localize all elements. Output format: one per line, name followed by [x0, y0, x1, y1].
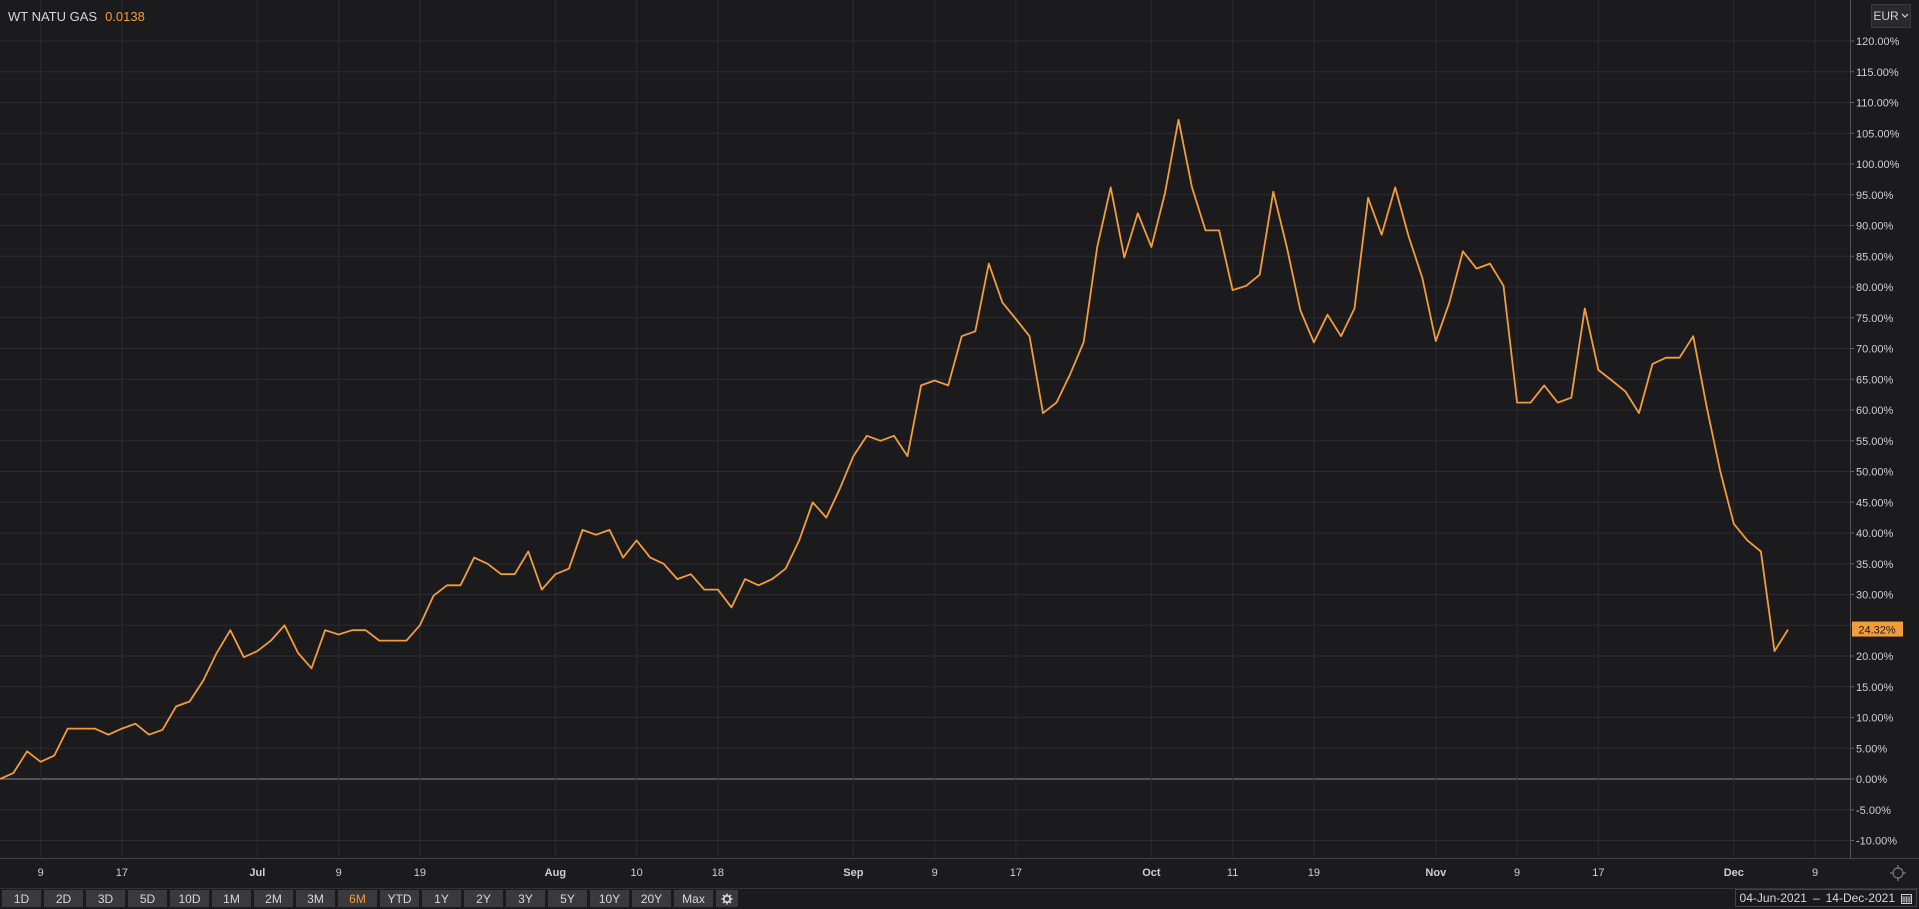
y-tick-label: 105.00%	[1856, 128, 1900, 140]
range-button-2m[interactable]: 2M	[254, 890, 294, 907]
instrument-value: 0.0138	[105, 9, 145, 24]
instrument-header: WT NATU GAS 0.0138	[8, 9, 145, 24]
date-start: 04-Jun-2021	[1739, 891, 1807, 905]
chart: 120.00%115.00%110.00%105.00%100.00%95.00…	[0, 0, 1919, 879]
range-button-10d[interactable]: 10D	[170, 890, 210, 907]
y-tick-label: 120.00%	[1856, 36, 1900, 48]
x-tick-label: 9	[1812, 867, 1818, 879]
date-end: 14-Dec-2021	[1825, 891, 1895, 905]
y-tick-label: 75.00%	[1856, 313, 1894, 325]
crosshair-icon[interactable]	[1889, 864, 1907, 882]
y-tick-label: 55.00%	[1856, 436, 1894, 448]
x-tick-label: Nov	[1425, 867, 1447, 879]
x-tick-label: 9	[932, 867, 938, 879]
y-axis: 120.00% 115.00% 110.00% 105.00% 100.00% 95.00…	[0, 0, 1919, 859]
x-tick-label: 18	[712, 867, 724, 879]
x-tick-label: 17	[1010, 867, 1022, 879]
x-tick-label: 17	[116, 867, 128, 879]
currency-label: EUR	[1873, 9, 1899, 23]
y-tick-label: 20.00%	[1856, 651, 1894, 663]
x-tick-label: Aug	[545, 867, 566, 879]
x-tick-label: 19	[1308, 867, 1320, 879]
x-tick-label: 9	[1514, 867, 1520, 879]
grid	[0, 0, 1850, 858]
x-tick-label: 11	[1227, 867, 1238, 879]
calendar-icon	[1901, 893, 1912, 904]
y-tick-label: 5.00%	[1856, 743, 1887, 755]
currency-select[interactable]: EUR	[1871, 4, 1911, 28]
y-tick-label: -5.00%	[1856, 805, 1891, 817]
y-tick-label: 100.00%	[1856, 159, 1900, 171]
x-tick-label: Dec	[1724, 867, 1744, 879]
y-tick-label: 10.00%	[1856, 713, 1894, 725]
range-settings-button[interactable]	[716, 890, 738, 907]
range-button-2d[interactable]: 2D	[44, 890, 84, 907]
x-tick-label: Sep	[843, 867, 863, 879]
y-tick-label: 45.00%	[1856, 497, 1894, 509]
y-tick-label: 115.00%	[1856, 67, 1899, 79]
x-tick-label: Jul	[249, 867, 265, 879]
y-tick-label: 0.00%	[1856, 774, 1887, 786]
instrument-name: WT NATU GAS	[8, 9, 98, 24]
series-line	[0, 118, 1789, 780]
range-button-2y[interactable]: 2Y	[464, 890, 504, 907]
date-separator: –	[1812, 891, 1820, 905]
y-tick-label: 35.00%	[1856, 559, 1894, 571]
x-tick-label: 17	[1592, 867, 1604, 879]
y-tick-label: 15.00%	[1856, 682, 1894, 694]
range-button-1y[interactable]: 1Y	[422, 890, 462, 907]
range-button-1d[interactable]: 1D	[2, 890, 42, 907]
range-button-5y[interactable]: 5Y	[548, 890, 588, 907]
range-button-3d[interactable]: 3D	[86, 890, 126, 907]
range-button-ytd[interactable]: YTD	[380, 890, 420, 907]
range-button-1m[interactable]: 1M	[212, 890, 252, 907]
range-button-6m[interactable]: 6M	[338, 890, 378, 907]
x-tick-label: 10	[631, 867, 643, 879]
y-tick-label: 85.00%	[1856, 251, 1894, 263]
range-button-20y[interactable]: 20Y	[632, 890, 672, 907]
current-value-label: 24.32%	[1852, 621, 1903, 637]
x-tick-label: 19	[414, 867, 426, 879]
range-button-5d[interactable]: 5D	[128, 890, 168, 907]
y-tick-label: 30.00%	[1856, 590, 1894, 602]
current-value-text: 24.32%	[1858, 625, 1896, 637]
y-tick-label: 60.00%	[1856, 405, 1894, 417]
chevron-down-icon	[1901, 13, 1909, 18]
y-tick-label: 90.00%	[1856, 221, 1894, 233]
y-tick-label: 70.00%	[1856, 344, 1894, 356]
y-tick-label: 50.00%	[1856, 467, 1894, 479]
y-tick-label: 65.00%	[1856, 374, 1894, 386]
range-button-10y[interactable]: 10Y	[590, 890, 630, 907]
y-tick-label: 95.00%	[1856, 190, 1894, 202]
y-tick-label: -10.00%	[1856, 836, 1897, 848]
date-range-picker[interactable]: 04-Jun-2021 – 14-Dec-2021	[1734, 889, 1917, 907]
range-button-3m[interactable]: 3M	[296, 890, 336, 907]
series-line-path	[0, 118, 1789, 780]
x-axis: 9 17 Jul 9 19 Aug 10 18 Sep 9 17 Oct 11 19 Nov 9 17 Dec 9	[38, 867, 1819, 879]
range-button-max[interactable]: Max	[674, 890, 714, 907]
y-tick-label: 40.00%	[1856, 528, 1894, 540]
y-tick-label: 110.00%	[1856, 98, 1899, 110]
x-tick-label: 9	[38, 867, 44, 879]
gear-icon	[721, 893, 733, 904]
range-button-3y[interactable]: 3Y	[506, 890, 546, 907]
x-tick-label: 9	[336, 867, 342, 879]
y-tick-label: 80.00%	[1856, 282, 1894, 294]
x-tick-label: Oct	[1142, 867, 1161, 879]
